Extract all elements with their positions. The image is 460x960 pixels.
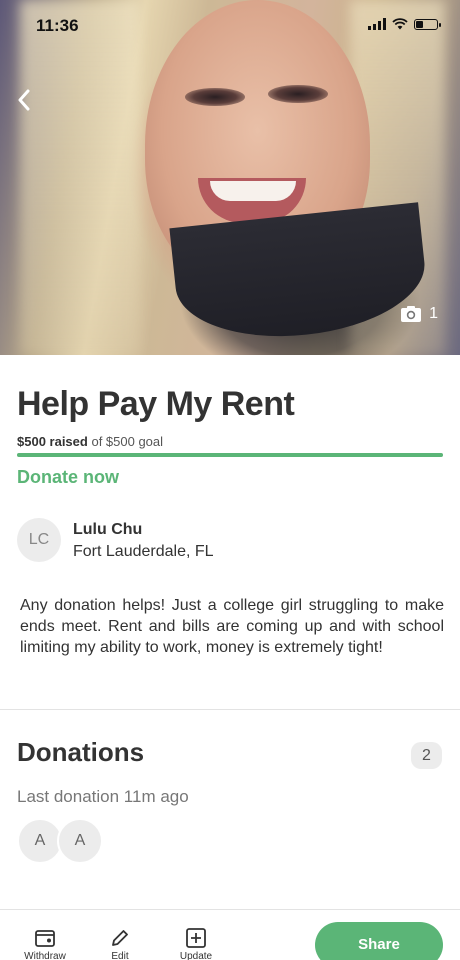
wifi-icon bbox=[392, 18, 408, 30]
section-divider bbox=[0, 709, 460, 710]
status-time: 11:36 bbox=[36, 16, 79, 35]
battery-icon bbox=[414, 18, 441, 30]
status-icons bbox=[368, 18, 441, 30]
goal-text: of $500 goal bbox=[91, 434, 164, 449]
organizer-name[interactable]: Lulu Chu bbox=[73, 521, 142, 539]
pencil-icon bbox=[112, 930, 128, 946]
donate-now-link[interactable]: Donate now bbox=[17, 467, 119, 488]
update-button[interactable]: Update bbox=[166, 928, 226, 960]
photo-eye-right bbox=[268, 85, 328, 103]
photo-hair-left bbox=[20, 0, 140, 355]
organizer-avatar[interactable]: LC bbox=[17, 518, 61, 562]
photo-count[interactable]: 1 bbox=[400, 305, 438, 323]
plus-square-icon bbox=[186, 928, 206, 948]
back-button[interactable] bbox=[14, 86, 34, 114]
signal-icon bbox=[368, 18, 386, 30]
donations-count-badge: 2 bbox=[411, 742, 442, 769]
share-button[interactable]: Share bbox=[315, 922, 443, 960]
campaign-story: Any donation helps! Just a college girl … bbox=[20, 597, 444, 656]
raised-amount: $500 raised bbox=[17, 434, 88, 449]
photo-eye-left bbox=[185, 88, 245, 106]
photo-teeth bbox=[210, 181, 296, 201]
photo-count-label: 1 bbox=[429, 305, 438, 322]
withdraw-icon bbox=[35, 930, 55, 947]
campaign-title: Help Pay My Rent bbox=[17, 385, 295, 423]
donations-title: Donations bbox=[17, 737, 145, 767]
camera-icon bbox=[401, 306, 422, 322]
donor-avatar[interactable]: A bbox=[57, 818, 103, 864]
progress-bar bbox=[17, 453, 443, 457]
organizer-location: Fort Lauderdale, FL bbox=[73, 543, 214, 560]
chevron-left-icon bbox=[18, 89, 30, 111]
edit-button[interactable]: Edit bbox=[90, 928, 150, 960]
campaign-photo[interactable]: 11:36 1 bbox=[0, 0, 460, 355]
bottom-toolbar: Withdraw Edit Update Share bbox=[0, 909, 460, 960]
progress-fill bbox=[17, 453, 443, 457]
withdraw-button[interactable]: Withdraw bbox=[15, 928, 75, 960]
last-donation-text: Last donation 11m ago bbox=[17, 787, 189, 806]
raised-summary: $500 raised of $500 goal bbox=[17, 434, 163, 449]
